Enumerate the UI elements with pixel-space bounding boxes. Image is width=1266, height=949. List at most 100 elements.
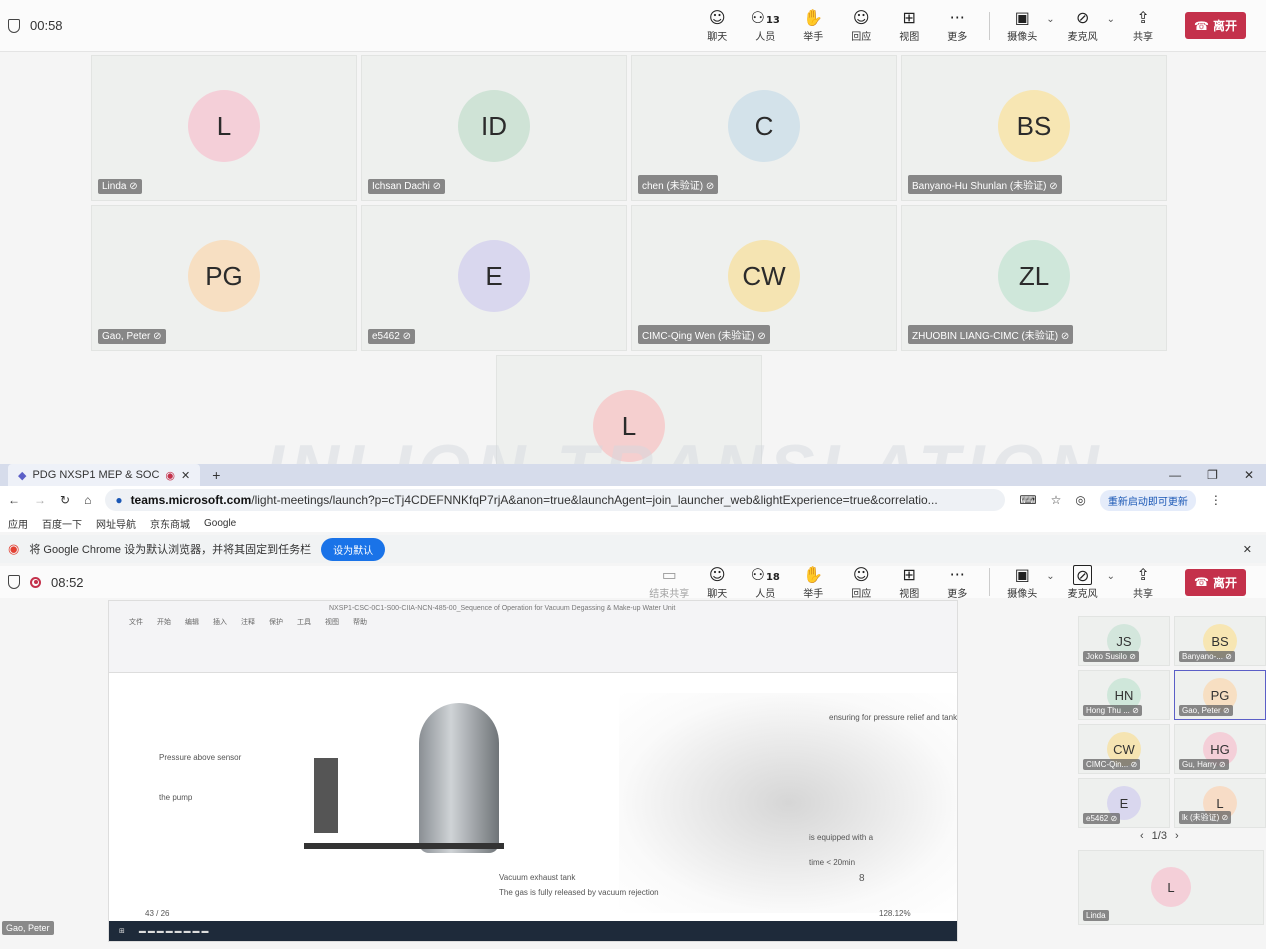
taskbar-app[interactable]: ▬ ▬ ▬ ▬ ▬ ▬ ▬ ▬ [139, 928, 209, 935]
chevron-down-icon[interactable]: ⌄ [1107, 14, 1115, 25]
raise-hand-button[interactable]: ✋ 举手 [789, 8, 837, 43]
ribbon-tab[interactable]: 编辑 [185, 617, 199, 627]
chevron-down-icon[interactable]: ⌄ [1046, 571, 1054, 582]
ribbon-tab[interactable]: 文件 [129, 617, 143, 627]
windows-taskbar: ⊞ ▬ ▬ ▬ ▬ ▬ ▬ ▬ ▬ [109, 921, 957, 941]
more-button[interactable]: ··· 更多 [933, 8, 981, 43]
mic-button[interactable]: ⊘ 麦克风 [1059, 8, 1107, 43]
mic-button[interactable]: ⊘ 麦克风 [1059, 564, 1107, 600]
blur-region [619, 693, 957, 913]
participant-tile-large[interactable]: L Linda [1078, 850, 1264, 925]
smile-icon: ☺ [852, 8, 870, 27]
participant-tile[interactable]: BS Banyano-Hu Shunlan (未验证) ⊘ [901, 55, 1167, 201]
ribbon-tab[interactable]: 保护 [269, 617, 283, 627]
url-host: teams.microsoft.com [130, 493, 252, 507]
set-default-button[interactable]: 设为默认 [321, 537, 386, 561]
close-infobar-icon[interactable]: ✕ [1243, 543, 1252, 556]
meeting-timer: 00:58 [30, 18, 63, 33]
ribbon-tab[interactable]: 视图 [325, 617, 339, 627]
camera-button[interactable]: ▣ 摄像头 [998, 565, 1046, 600]
participant-tile-small[interactable]: JS Joko Susilo ⊘ [1078, 616, 1170, 666]
back-icon[interactable]: ← [8, 493, 20, 507]
people-button[interactable]: ⚇18 人员 [741, 565, 789, 600]
reload-icon[interactable]: ↻ [60, 493, 70, 507]
close-tab-icon[interactable]: ✕ [181, 469, 190, 482]
profile-icon[interactable]: ◎ [1075, 493, 1085, 507]
participant-tile[interactable]: Cchen (未验证) ⊘ [631, 55, 897, 201]
camera-label: 摄像头 [1007, 32, 1038, 43]
ribbon-tab[interactable]: 工具 [297, 617, 311, 627]
participant-tile-small[interactable]: PG Gao, Peter ⊘ [1174, 670, 1266, 720]
bookmark-item[interactable]: 京东商城 [150, 516, 190, 531]
react-button[interactable]: ☺ 回应 [837, 8, 885, 43]
avatar: L [188, 90, 260, 162]
participant-name: ZHUOBIN LIANG-CIMC (未验证) ⊘ [908, 325, 1074, 344]
phone-icon: ☎ [1194, 18, 1209, 33]
restore-icon[interactable]: ❐ [1207, 468, 1218, 482]
view-button[interactable]: ⊞ 视图 [885, 565, 933, 600]
more-button[interactable]: ··· 更多 [933, 565, 981, 600]
leave-button[interactable]: ☎ 离开 [1185, 12, 1246, 39]
share-button[interactable]: ⇪ 共享 [1119, 565, 1167, 600]
chat-icon: ☺ [708, 8, 726, 27]
mic-off-icon: ⊘ [1072, 564, 1093, 585]
share-button[interactable]: ⇪ 共享 [1119, 8, 1167, 43]
participant-tile[interactable]: ID Ichsan Dachi ⊘ [361, 55, 627, 201]
home-icon[interactable]: ⌂ [84, 493, 91, 507]
raise-hand-button[interactable]: ✋ 举手 [789, 565, 837, 600]
default-browser-infobar: ◉ 将 Google Chrome 设为默认浏览器，并将其固定到任务栏 设为默认… [0, 535, 1266, 563]
leave-button[interactable]: ☎ 离开 [1185, 568, 1246, 596]
participant-tile-small[interactable]: HN Hong Thu ... ⊘ [1078, 670, 1170, 720]
participant-tile[interactable]: Ee5462 ⊘ [361, 205, 627, 351]
people-count: 13 [765, 15, 780, 26]
minimize-icon[interactable]: — [1169, 468, 1181, 482]
ribbon-tab[interactable]: 开始 [157, 617, 171, 627]
participant-tile-small[interactable]: CW CIMC-Qin... ⊘ [1078, 724, 1170, 774]
share-icon: ⇪ [1136, 564, 1150, 584]
participant-tile[interactable]: L [496, 355, 762, 465]
chat-button[interactable]: ☺ 聊天 [693, 8, 741, 43]
ribbon-tab[interactable]: 注释 [241, 617, 255, 627]
view-button[interactable]: ⊞ 视图 [885, 8, 933, 43]
address-bar-row: ← → ↻ ⌂ ● teams.microsoft.com/light-meet… [0, 486, 1266, 514]
stop-share-button[interactable]: ▭ 结束共享 [645, 565, 693, 600]
chevron-down-icon[interactable]: ⌄ [1107, 571, 1115, 582]
translate-icon[interactable]: ⌨ [1019, 493, 1036, 507]
prev-page-icon[interactable]: ‹ [1140, 830, 1144, 842]
ribbon-tab[interactable]: 帮助 [353, 617, 367, 627]
bookmark-item[interactable]: 网址导航 [96, 516, 136, 531]
participant-tile[interactable]: CW CIMC-Qing Wen (未验证) ⊘ [631, 205, 897, 351]
new-tab-button[interactable]: + [212, 467, 220, 483]
update-button[interactable]: 重新启动即可更新 [1099, 489, 1196, 511]
bookmark-item[interactable]: 百度一下 [42, 516, 82, 531]
grid-icon: ⊞ [902, 8, 916, 27]
next-page-icon[interactable]: › [1175, 830, 1179, 842]
meeting-controls: ▭ 结束共享 ☺ 聊天 ⚇18 人员 ✋ 举手 ☺ 回应 ⊞ 视图 ··· 更多 ▣ 摄像头 ⌄ ⊘ 麦克风 ⌄ ⇪ 共享… [645, 564, 1246, 600]
participant-tile-small[interactable]: Llk (未验证) ⊘ [1174, 778, 1266, 828]
participant-tile[interactable]: PG Gao, Peter ⊘ [91, 205, 357, 351]
participant-tile-small[interactable]: Ee5462 ⊘ [1078, 778, 1170, 828]
menu-icon[interactable]: ⋮ [1210, 493, 1222, 507]
participant-tile[interactable]: L Linda ⊘ [91, 55, 357, 201]
bookmark-item[interactable]: 应用 [8, 516, 28, 531]
star-icon[interactable]: ☆ [1051, 493, 1062, 507]
url-field[interactable]: ● teams.microsoft.com/light-meetings/lau… [105, 489, 1006, 511]
bookmark-item[interactable]: Google [204, 518, 236, 529]
react-button[interactable]: ☺ 回应 [837, 565, 885, 600]
url-path: /light-meetings/launch?p=cTj4CDEFNNKfqP7… [251, 493, 938, 507]
chevron-down-icon[interactable]: ⌄ [1046, 14, 1054, 25]
close-window-icon[interactable]: ✕ [1244, 468, 1254, 482]
chat-icon: ☺ [708, 564, 726, 584]
people-button[interactable]: ⚇13 人员 [741, 8, 789, 43]
forward-icon[interactable]: → [34, 493, 46, 507]
participant-tile[interactable]: ZL ZHUOBIN LIANG-CIMC (未验证) ⊘ [901, 205, 1167, 351]
participant-tile-small[interactable]: HG Gu, Harry ⊘ [1174, 724, 1266, 774]
more-icon: ··· [949, 8, 965, 27]
camera-button[interactable]: ▣ 摄像头 [998, 8, 1046, 43]
participant-tile-small[interactable]: BS Banyano-... ⊘ [1174, 616, 1266, 666]
raise-hand-label: 举手 [803, 588, 824, 600]
browser-tab[interactable]: ◆ PDG NXSP1 MEP & SOC ◉ ✕ [8, 464, 201, 486]
start-icon[interactable]: ⊞ [119, 927, 125, 935]
chat-button[interactable]: ☺ 聊天 [693, 565, 741, 600]
ribbon-tab[interactable]: 插入 [213, 617, 227, 627]
